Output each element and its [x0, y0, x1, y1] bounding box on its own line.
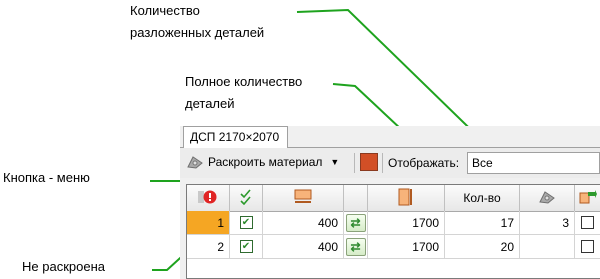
row-extra-checkbox[interactable] — [581, 216, 594, 229]
row-checkbox[interactable]: ✔ — [239, 216, 253, 229]
tab-material[interactable]: ДСП 2170×2070 — [183, 126, 288, 148]
tab-strip: ДСП 2170×2070 — [180, 126, 600, 148]
row-index-cell[interactable]: 2 — [187, 235, 230, 258]
row-length-cell[interactable]: 400 — [263, 235, 344, 258]
row-quantity-cell[interactable]: 20 — [445, 235, 520, 258]
toolbar: Раскроить материал ▼ Отображать: Все — [180, 148, 600, 178]
row-extra-checkbox[interactable] — [581, 240, 594, 253]
row-swap-cell: ⇄ — [344, 235, 368, 258]
row-width-cell[interactable]: 1700 — [368, 211, 445, 234]
header-extra[interactable] — [575, 185, 600, 211]
annotation-laid-out-count: Количество разложенных деталей — [130, 0, 264, 44]
swap-dimensions-icon[interactable]: ⇄ — [345, 237, 366, 256]
error-icon — [198, 189, 218, 208]
row-laid-out-cell: 3 — [520, 211, 575, 234]
annotation-line: Количество — [130, 3, 200, 18]
row-swap-cell: ⇄ — [344, 211, 368, 234]
show-filter-select[interactable]: Все — [467, 152, 600, 174]
annotation-line: деталей — [185, 96, 235, 111]
row-checked-cell[interactable]: ✔ — [230, 211, 263, 234]
cut-material-label: Раскроить материал — [208, 155, 323, 169]
show-label: Отображать: — [388, 156, 460, 170]
row-checkbox[interactable]: ✔ — [239, 240, 253, 253]
parts-green-arrow-icon — [579, 189, 597, 208]
annotation-total-count: Полное количество деталей — [185, 71, 302, 115]
chevron-down-icon[interactable]: ▼ — [330, 157, 339, 167]
header-checked[interactable] — [230, 185, 263, 211]
saw-icon — [186, 154, 204, 170]
row-width-cell[interactable]: 1700 — [368, 235, 445, 258]
width-dimension-icon — [398, 188, 414, 209]
annotation-not-cut: Не раскроена — [22, 259, 105, 274]
swap-dimensions-icon[interactable]: ⇄ — [345, 213, 366, 232]
annotation-line: Полное количество — [185, 74, 303, 89]
row-index-cell[interactable]: 1 — [187, 211, 230, 234]
table-row[interactable]: 2 ✔ 400 ⇄ 1700 20 — [187, 235, 600, 259]
header-length[interactable] — [263, 185, 344, 211]
cut-material-button[interactable]: Раскроить материал ▼ — [184, 151, 352, 173]
header-quantity[interactable]: Кол-во — [445, 185, 520, 211]
check-marks-icon — [239, 188, 253, 208]
color-swatch-button[interactable] — [360, 153, 378, 171]
header-swap — [344, 185, 368, 211]
material-panel: ДСП 2170×2070 Раскроить материал ▼ Отобр… — [180, 126, 600, 279]
header-laid-out[interactable] — [520, 185, 575, 211]
table-header: Кол-во — [187, 185, 600, 212]
row-extra-cell[interactable] — [575, 235, 600, 258]
row-quantity-cell[interactable]: 17 — [445, 211, 520, 234]
header-width[interactable] — [368, 185, 445, 211]
row-laid-out-cell — [520, 235, 575, 258]
row-checked-cell[interactable]: ✔ — [230, 235, 263, 258]
toolbar-separator — [354, 153, 355, 173]
parts-table: Кол-во 1 ✔ 400 ⇄ 1700 17 3 2 ✔ 400 ⇄ 170… — [186, 184, 600, 279]
table-row[interactable]: 1 ✔ 400 ⇄ 1700 17 3 — [187, 211, 600, 235]
row-extra-cell[interactable] — [575, 211, 600, 234]
quantity-header-label: Кол-во — [463, 191, 501, 205]
annotation-line: разложенных деталей — [130, 25, 265, 40]
annotation-menu-button: Кнопка - меню — [3, 170, 90, 185]
row-length-cell[interactable]: 400 — [263, 211, 344, 234]
length-dimension-icon — [294, 189, 312, 208]
toolbar-separator — [382, 153, 383, 173]
header-error[interactable] — [187, 185, 230, 211]
saw-icon — [538, 189, 556, 208]
